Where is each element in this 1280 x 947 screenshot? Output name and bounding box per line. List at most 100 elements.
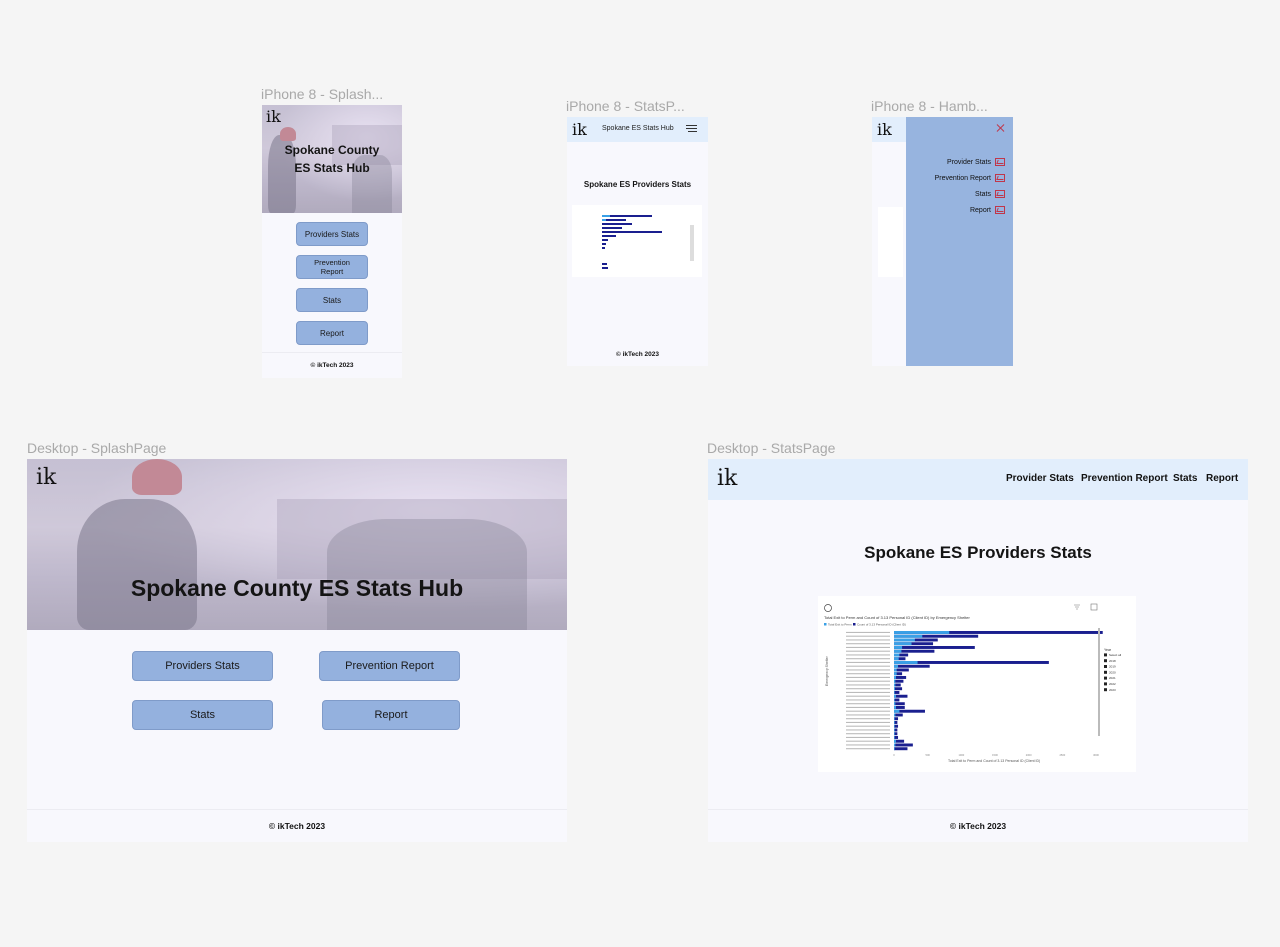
bar-exit-to-perm[interactable] bbox=[894, 638, 915, 642]
category-label bbox=[846, 635, 890, 637]
x-tick-label: 1000 bbox=[958, 753, 964, 757]
bar-client-count[interactable] bbox=[894, 679, 904, 683]
bar-client-count[interactable] bbox=[894, 743, 913, 747]
bar-exit-to-perm[interactable] bbox=[894, 653, 900, 657]
bar-exit-to-perm[interactable] bbox=[894, 724, 895, 728]
x-tick-label: 1500 bbox=[992, 753, 998, 757]
bar-exit-to-perm[interactable] bbox=[894, 747, 895, 751]
slicer-scrollbar[interactable] bbox=[1098, 628, 1100, 736]
bar-exit-to-perm[interactable] bbox=[894, 646, 903, 649]
drawer-item-report[interactable]: Report bbox=[970, 206, 1005, 214]
slicer-checkbox[interactable] bbox=[1104, 670, 1107, 674]
bar-exit-to-perm[interactable] bbox=[894, 698, 895, 702]
bar-exit-to-perm[interactable] bbox=[894, 709, 900, 713]
bar-exit-to-perm[interactable] bbox=[894, 691, 895, 694]
iphone-hamburger-frame: ik Provider Stats Prevention Report Stat… bbox=[872, 117, 1013, 366]
chart-embed[interactable]: Total Exit to Perm and Count of 3.13 Per… bbox=[818, 596, 1136, 772]
bar-client-count[interactable] bbox=[894, 691, 900, 694]
slicer-checkbox[interactable] bbox=[1104, 665, 1107, 668]
nav-stats[interactable]: Stats bbox=[1173, 473, 1197, 484]
x-axis-label: Total Exit to Perm and Count of 3.13 Per… bbox=[948, 759, 1040, 763]
slicer-checkbox[interactable] bbox=[1104, 682, 1107, 686]
nav-prevention-report[interactable]: Prevention Report bbox=[1081, 473, 1168, 484]
bar-exit-to-perm[interactable] bbox=[894, 649, 902, 653]
bar-exit-to-perm[interactable] bbox=[894, 668, 897, 672]
bar-client-count[interactable] bbox=[894, 664, 930, 668]
bar-client-count[interactable] bbox=[894, 747, 908, 751]
chart-thumbnail-svg bbox=[602, 215, 694, 269]
logo[interactable]: ik bbox=[877, 120, 892, 139]
footer: © ikTech 2023 bbox=[262, 352, 402, 378]
nav-provider-stats[interactable]: Provider Stats bbox=[1006, 473, 1074, 484]
bar-exit-to-perm[interactable] bbox=[894, 664, 899, 668]
hamburger-icon[interactable] bbox=[686, 125, 697, 133]
drawer-item-provider-stats[interactable]: Provider Stats bbox=[947, 158, 1005, 166]
providers-stats-button[interactable]: Providers Stats bbox=[296, 222, 368, 246]
report-button[interactable]: Report bbox=[322, 700, 460, 730]
slicer-item-label: 2018 bbox=[1109, 659, 1116, 663]
bar-client-count[interactable] bbox=[894, 687, 903, 691]
category-label bbox=[846, 748, 890, 750]
nav-report[interactable]: Report bbox=[1206, 473, 1238, 484]
chart-icon bbox=[995, 206, 1005, 214]
slicer-checkbox[interactable] bbox=[1104, 659, 1107, 663]
logo[interactable]: ik bbox=[36, 465, 56, 490]
category-label bbox=[846, 661, 890, 663]
logo[interactable]: ik bbox=[266, 107, 281, 126]
bar-exit-to-perm[interactable] bbox=[894, 728, 895, 732]
filter-icon[interactable] bbox=[1074, 604, 1080, 610]
bar-exit-to-perm[interactable] bbox=[894, 634, 923, 638]
bar-exit-to-perm[interactable] bbox=[894, 657, 899, 661]
frame-label-iphone-stats: iPhone 8 - StatsP... bbox=[566, 98, 685, 114]
expand-icon[interactable] bbox=[1090, 603, 1098, 611]
bar-client-count[interactable] bbox=[894, 698, 900, 702]
category-label bbox=[846, 650, 890, 652]
bar-exit-to-perm[interactable] bbox=[894, 679, 896, 683]
bar-client-count[interactable] bbox=[894, 646, 975, 649]
logo[interactable]: ik bbox=[717, 466, 737, 491]
bar-exit-to-perm[interactable] bbox=[894, 739, 897, 743]
stats-button[interactable]: Stats bbox=[296, 288, 368, 312]
slicer-item-label: 2020 bbox=[1109, 670, 1116, 674]
bar-exit-to-perm[interactable] bbox=[894, 694, 897, 698]
bar-exit-to-perm[interactable] bbox=[894, 743, 896, 747]
navigation-drawer: Provider Stats Prevention Report Stats R… bbox=[906, 117, 1013, 366]
page-title: Spokane ES Providers Stats bbox=[583, 180, 692, 189]
report-button[interactable]: Report bbox=[296, 321, 368, 345]
frame-label-desktop-splash: Desktop - SplashPage bbox=[27, 440, 167, 456]
bar-client-count[interactable] bbox=[894, 702, 905, 706]
bar-exit-to-perm[interactable] bbox=[894, 683, 896, 687]
chart-embed-mini[interactable] bbox=[572, 205, 702, 277]
drawer-item-prevention-report[interactable]: Prevention Report bbox=[935, 174, 1005, 182]
bar-exit-to-perm[interactable] bbox=[894, 713, 896, 717]
stats-button[interactable]: Stats bbox=[132, 700, 273, 730]
drawer-item-stats[interactable]: Stats bbox=[975, 190, 1005, 198]
chart-title: Total Exit to Perm and Count of 3.13 Per… bbox=[824, 615, 971, 620]
bar-exit-to-perm[interactable] bbox=[894, 687, 896, 691]
providers-stats-button[interactable]: Providers Stats bbox=[132, 651, 273, 681]
prevention-report-button[interactable]: Prevention Report bbox=[319, 651, 460, 681]
bar-exit-to-perm[interactable] bbox=[894, 631, 950, 634]
prevention-report-button[interactable]: Prevention Report bbox=[296, 255, 368, 279]
bar-exit-to-perm[interactable] bbox=[894, 642, 912, 646]
frame-label-iphone-hamburger: iPhone 8 - Hamb... bbox=[871, 98, 988, 114]
bar-client-count[interactable] bbox=[894, 694, 908, 698]
logo[interactable]: ik bbox=[572, 120, 587, 139]
bar-exit-to-perm[interactable] bbox=[894, 661, 918, 664]
close-icon[interactable] bbox=[996, 124, 1005, 132]
bar-exit-to-perm[interactable] bbox=[894, 672, 897, 676]
bar-exit-to-perm[interactable] bbox=[894, 702, 896, 706]
back-arrow-icon[interactable] bbox=[824, 604, 832, 612]
category-label bbox=[846, 665, 890, 667]
hero-title: Spokane County ES Stats Hub bbox=[130, 575, 464, 601]
bar-exit-to-perm[interactable] bbox=[894, 732, 895, 736]
bar-exit-to-perm[interactable] bbox=[894, 736, 895, 739]
bar-exit-to-perm[interactable] bbox=[894, 721, 895, 724]
slicer-checkbox[interactable] bbox=[1104, 688, 1107, 692]
bar-exit-to-perm[interactable] bbox=[894, 706, 897, 709]
drawer-item-label: Stats bbox=[975, 190, 991, 198]
slicer-checkbox[interactable] bbox=[1104, 653, 1107, 657]
bar-exit-to-perm[interactable] bbox=[894, 717, 895, 721]
slicer-checkbox[interactable] bbox=[1104, 676, 1107, 680]
bar-exit-to-perm[interactable] bbox=[894, 676, 897, 679]
